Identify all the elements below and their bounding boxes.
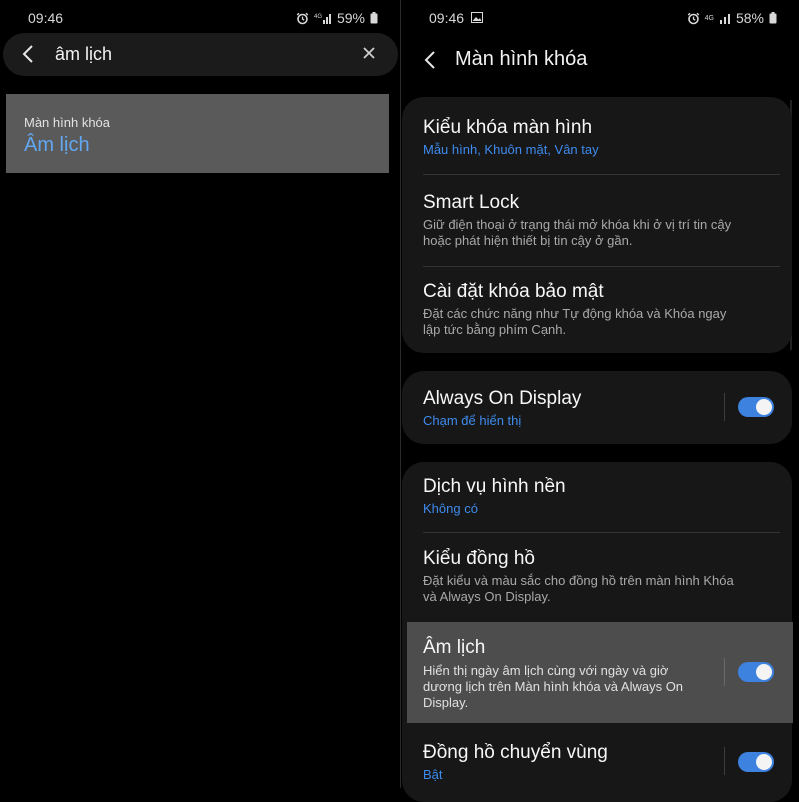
separator <box>724 658 725 686</box>
secure-lock-title: Cài đặt khóa bảo mật <box>423 281 604 302</box>
signal-icon <box>719 14 730 24</box>
roaming-clock-subtitle: Bật <box>423 767 443 782</box>
lunar-calendar-item[interactable]: Âm lịch Hiển thị ngày âm lịch cùng với n… <box>407 622 793 723</box>
clock-style-subtitle-line1: Đặt kiểu và màu sắc cho đồng hồ trên màn… <box>423 573 734 588</box>
status-bar: 09:46 4G 58% <box>401 0 799 34</box>
result-title: Âm lịch <box>24 134 90 156</box>
lunar-calendar-toggle[interactable] <box>738 662 774 682</box>
secure-lock-subtitle-line2: lập tức bằng phím Cạnh. <box>423 322 567 337</box>
lock-type-title: Kiểu khóa màn hình <box>423 117 593 138</box>
settings-group-aod: Always On Display Chạm để hiển thị <box>402 371 792 444</box>
search-screen: 09:46 4G 59% âm lịch Màn hình khóa Âm lị… <box>0 0 400 788</box>
roaming-clock-item[interactable]: Đồng hồ chuyển vùng Bật <box>402 731 792 788</box>
status-time: 09:46 <box>429 10 465 26</box>
back-arrow-icon[interactable] <box>423 50 437 70</box>
status-icons: 4G 58% <box>687 10 777 26</box>
status-icons: 4G 59% <box>296 10 378 26</box>
always-on-display-item[interactable]: Always On Display Chạm để hiển thị <box>402 371 792 444</box>
secure-lock-settings-item[interactable]: Cài đặt khóa bảo mật Đặt các chức năng n… <box>402 267 792 353</box>
battery-percent: 58% <box>735 10 764 26</box>
result-path: Màn hình khóa <box>24 115 111 130</box>
search-bar[interactable]: âm lịch <box>3 33 398 76</box>
battery-icon <box>769 12 777 24</box>
aod-toggle[interactable] <box>738 397 774 417</box>
status-bar: 09:46 4G 59% <box>0 0 400 34</box>
alarm-icon <box>296 12 309 24</box>
secure-lock-subtitle-line1: Đặt các chức năng như Tự động khóa và Kh… <box>423 306 727 321</box>
wallpaper-services-item[interactable]: Dịch vụ hình nền Không có <box>402 462 792 532</box>
wallpaper-services-title: Dịch vụ hình nền <box>423 476 566 497</box>
wallpaper-services-subtitle: Không có <box>423 501 478 516</box>
search-result-item[interactable]: Màn hình khóa Âm lịch <box>6 94 389 173</box>
smart-lock-subtitle-line2: hoặc phát hiện thiết bị tin cậy ở gần. <box>423 233 633 248</box>
smart-lock-title: Smart Lock <box>423 192 520 213</box>
separator <box>724 393 725 421</box>
search-input[interactable]: âm lịch <box>55 44 112 65</box>
lock-type-subtitle: Mẫu hình, Khuôn mặt, Vân tay <box>423 142 599 157</box>
aod-subtitle: Chạm để hiển thị <box>423 413 522 428</box>
clock-style-item[interactable]: Kiểu đồng hồ Đặt kiểu và màu sắc cho đồn… <box>402 533 792 621</box>
network-type: 4G <box>704 14 714 22</box>
clock-style-title: Kiểu đồng hồ <box>423 548 535 569</box>
signal-icon: 4G <box>314 14 331 24</box>
alarm-icon <box>687 12 699 24</box>
battery-icon <box>370 12 378 24</box>
lunar-calendar-subtitle-line1: Hiển thị ngày âm lịch cùng với ngày và g… <box>423 663 669 678</box>
back-arrow-icon[interactable] <box>21 44 35 64</box>
aod-title: Always On Display <box>423 388 582 409</box>
battery-percent: 59% <box>336 10 365 26</box>
roaming-clock-title: Đồng hồ chuyển vùng <box>423 742 608 763</box>
toggle-knob <box>756 664 772 680</box>
settings-group-security: Kiểu khóa màn hình Mẫu hình, Khuôn mặt, … <box>402 97 792 353</box>
lunar-calendar-title: Âm lịch <box>423 637 486 658</box>
page-title: Màn hình khóa <box>455 48 588 70</box>
lock-type-item[interactable]: Kiểu khóa màn hình Mẫu hình, Khuôn mặt, … <box>402 97 792 174</box>
lunar-calendar-subtitle-line2: dương lịch trên Màn hình khóa và Always … <box>423 679 684 694</box>
gallery-icon <box>471 12 483 23</box>
toggle-knob <box>756 754 772 770</box>
separator <box>724 747 725 775</box>
toggle-knob <box>756 399 772 415</box>
app-bar: Màn hình khóa <box>401 34 799 88</box>
smart-lock-item[interactable]: Smart Lock Giữ điện thoại ở trạng thái m… <box>402 175 792 266</box>
status-time: 09:46 <box>28 10 64 26</box>
lunar-calendar-subtitle-line3: Display. <box>423 695 469 710</box>
smart-lock-subtitle-line1: Giữ điện thoại ở trạng thái mở khóa khi … <box>423 217 732 232</box>
clock-style-subtitle-line2: và Always On Display. <box>423 589 551 604</box>
roaming-clock-toggle[interactable] <box>738 752 774 772</box>
svg-text:4G: 4G <box>314 14 322 20</box>
close-icon[interactable] <box>362 46 376 60</box>
